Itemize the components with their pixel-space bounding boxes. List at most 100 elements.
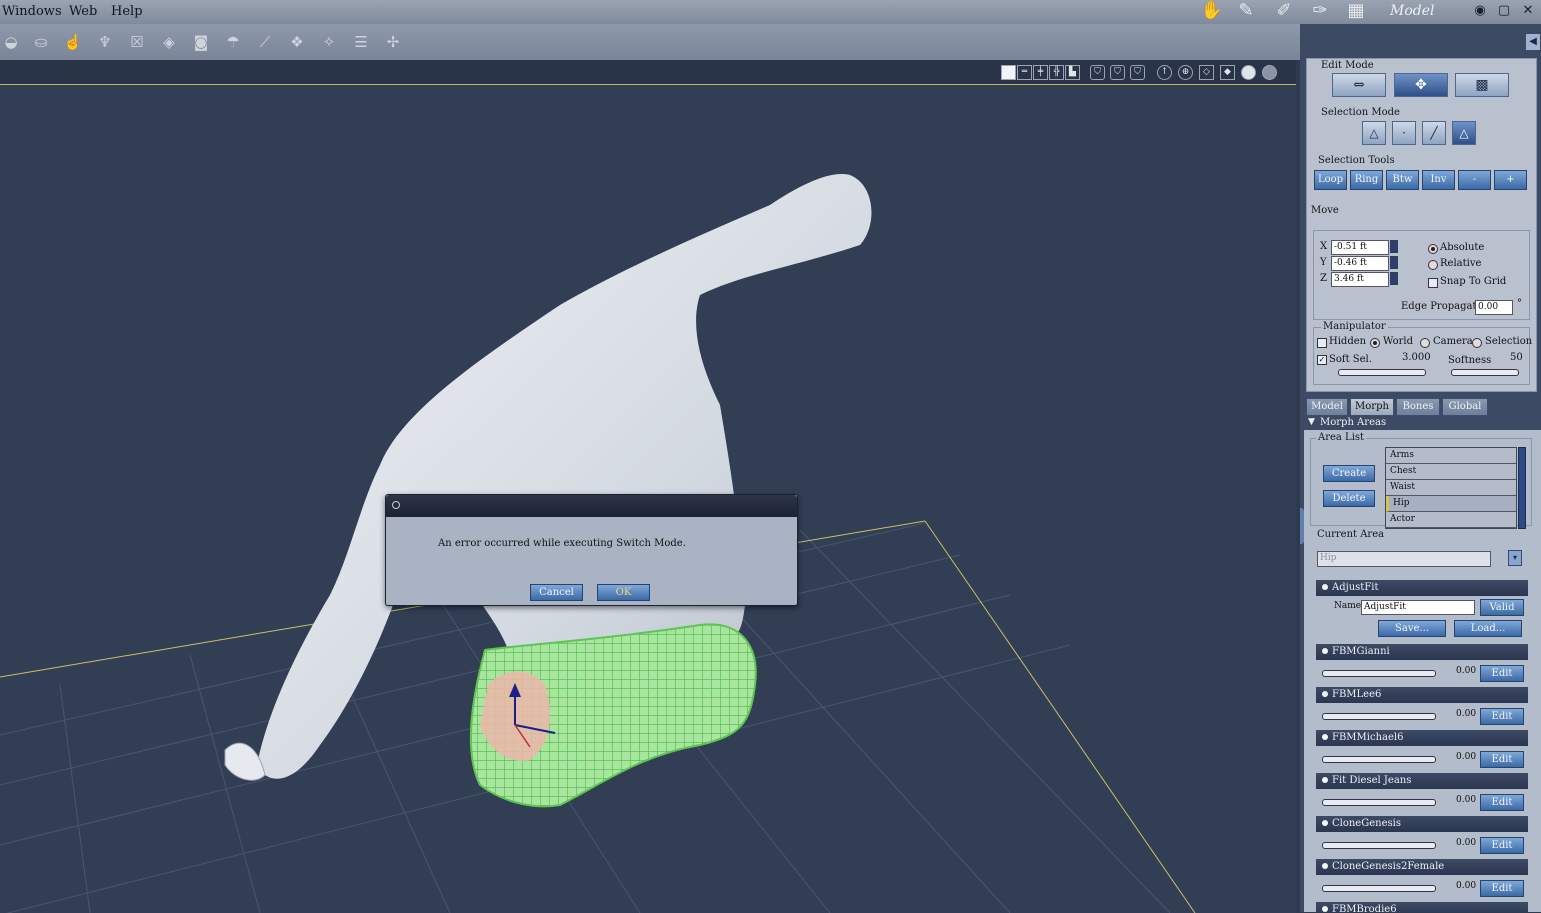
- selection-radio[interactable]: [1472, 338, 1482, 348]
- edit-button[interactable]: Edit: [1480, 880, 1524, 897]
- morph-header[interactable]: CloneGenesis2Female: [1316, 859, 1528, 875]
- morph-slider[interactable]: [1322, 756, 1436, 763]
- paint-tool-icon[interactable]: ☂: [222, 32, 244, 52]
- shield-view-icon-3[interactable]: ⛉: [1130, 65, 1145, 80]
- softness-slider[interactable]: [1451, 369, 1519, 376]
- valid-button[interactable]: Valid: [1480, 599, 1524, 616]
- world-radio[interactable]: [1370, 338, 1380, 348]
- target-icon[interactable]: ⊕: [1178, 65, 1193, 80]
- camera-up-icon[interactable]: ↑: [1157, 65, 1172, 80]
- smooth-shade-icon[interactable]: [1241, 65, 1256, 80]
- quad-layout-icon[interactable]: ╬: [1049, 65, 1064, 80]
- ruler-room-icon[interactable]: ▦: [1344, 0, 1368, 22]
- relative-radio[interactable]: [1428, 260, 1438, 270]
- area-list-scrollbar[interactable]: [1518, 447, 1526, 529]
- morph-slider[interactable]: [1322, 713, 1436, 720]
- polygon-mode-icon[interactable]: △: [1452, 121, 1476, 145]
- morph-header[interactable]: FBMGianni: [1316, 644, 1528, 660]
- align-tool-icon[interactable]: ☰: [350, 32, 372, 52]
- edit-button[interactable]: Edit: [1480, 751, 1524, 768]
- adjustfit-header[interactable]: AdjustFit: [1316, 580, 1528, 596]
- absolute-radio[interactable]: [1428, 244, 1438, 254]
- edit-button[interactable]: Edit: [1480, 665, 1524, 682]
- edit-mode-move-button[interactable]: ⇔: [1332, 73, 1386, 97]
- cube-tool-icon[interactable]: ◈: [158, 32, 180, 52]
- y-field[interactable]: -0.46 ft: [1331, 256, 1389, 271]
- deform-tool-icon[interactable]: ❖: [286, 32, 308, 52]
- cancel-button[interactable]: Cancel: [530, 584, 583, 601]
- hand-tool-icon[interactable]: ☝: [62, 32, 84, 52]
- x-field[interactable]: -0.51 ft: [1331, 240, 1389, 255]
- hidden-checkbox[interactable]: [1317, 338, 1327, 348]
- menu-web[interactable]: Web: [69, 4, 97, 19]
- morph-header[interactable]: FBMBrodie6: [1316, 902, 1528, 912]
- tab-bones[interactable]: Bones: [1396, 398, 1440, 416]
- dialog-menu-icon[interactable]: [392, 501, 400, 509]
- z-spinner[interactable]: [1390, 272, 1398, 285]
- camera-radio[interactable]: [1420, 338, 1430, 348]
- menu-help[interactable]: Help: [111, 4, 143, 19]
- soft-selection-slider[interactable]: [1338, 369, 1426, 376]
- invert-button[interactable]: Inv: [1422, 170, 1455, 190]
- load-button[interactable]: Load...: [1454, 620, 1522, 637]
- close-icon[interactable]: ✕: [1520, 3, 1536, 19]
- loop-button[interactable]: Loop: [1314, 170, 1347, 190]
- save-button[interactable]: Save...: [1378, 620, 1446, 637]
- dialog-title-bar[interactable]: [386, 495, 797, 517]
- morph-header[interactable]: Fit Diesel Jeans: [1316, 773, 1528, 789]
- edit-button[interactable]: Edit: [1480, 794, 1524, 811]
- edge-propagation-field[interactable]: 0.00: [1475, 300, 1513, 315]
- morph-areas-header[interactable]: ▼ Morph Areas: [1304, 416, 1541, 430]
- y-spinner[interactable]: [1390, 256, 1398, 269]
- name-field[interactable]: AdjustFit: [1361, 600, 1475, 615]
- vertex-mode-icon[interactable]: △: [1362, 121, 1386, 145]
- between-button[interactable]: Btw: [1386, 170, 1419, 190]
- morph-slider[interactable]: [1322, 885, 1436, 892]
- shrink-button[interactable]: -: [1458, 170, 1491, 190]
- shield-view-icon-1[interactable]: ⛉: [1090, 65, 1105, 80]
- brush-room-icon[interactable]: ✑: [1308, 0, 1332, 22]
- dome-tool-icon[interactable]: ◒: [0, 32, 22, 52]
- bag-tool-icon[interactable]: ◙: [190, 32, 212, 52]
- shield-view-icon-2[interactable]: ⛉: [1110, 65, 1125, 80]
- edit-button[interactable]: Edit: [1480, 708, 1524, 725]
- pose-room-icon[interactable]: ✋: [1200, 0, 1224, 22]
- morph-header[interactable]: CloneGenesis: [1316, 816, 1528, 832]
- area-item-arms[interactable]: Arms: [1386, 448, 1516, 464]
- z-field[interactable]: 3.46 ft: [1331, 272, 1389, 287]
- triple-layout-icon[interactable]: ╪: [1033, 65, 1048, 80]
- custom-layout-icon[interactable]: ▙: [1065, 65, 1080, 80]
- glass-tool-icon[interactable]: ♆: [94, 32, 116, 52]
- area-item-waist[interactable]: Waist: [1386, 480, 1516, 496]
- figure-tool-icon[interactable]: ✢: [382, 32, 404, 52]
- ring-button[interactable]: Ring: [1350, 170, 1383, 190]
- cup-tool-icon[interactable]: ⛀: [30, 32, 52, 52]
- wire-cube-icon[interactable]: ◇: [1199, 65, 1214, 80]
- edge-mode-icon[interactable]: ╱: [1422, 121, 1446, 145]
- knife-tool-icon[interactable]: ⟋: [254, 32, 276, 52]
- fold-tool-icon[interactable]: ✧: [318, 32, 340, 52]
- morph-slider[interactable]: [1322, 799, 1436, 806]
- morph-header[interactable]: FBMMichael6: [1316, 730, 1528, 746]
- area-item-hip[interactable]: Hip: [1386, 496, 1516, 512]
- create-area-button[interactable]: Create: [1323, 465, 1375, 482]
- model-room-icon[interactable]: ✎: [1234, 0, 1258, 22]
- area-list[interactable]: Arms Chest Waist Hip Actor: [1385, 447, 1517, 529]
- current-area-dropdown-icon[interactable]: ▾: [1508, 550, 1522, 566]
- texture-shade-icon[interactable]: [1262, 65, 1277, 80]
- grow-button[interactable]: +: [1494, 170, 1527, 190]
- box-tool-icon[interactable]: ☒: [126, 32, 148, 52]
- tab-global[interactable]: Global: [1442, 398, 1488, 416]
- paint-room-icon[interactable]: ✐: [1272, 0, 1296, 22]
- ok-button[interactable]: OK: [597, 584, 650, 601]
- area-item-actor[interactable]: Actor: [1386, 512, 1516, 528]
- morph-header[interactable]: FBMLee6: [1316, 687, 1528, 703]
- delete-area-button[interactable]: Delete: [1323, 490, 1375, 507]
- current-area-field[interactable]: Hip: [1317, 551, 1491, 567]
- panel-side-handle[interactable]: [1300, 508, 1304, 544]
- edit-mode-mesh-button[interactable]: ▩: [1455, 73, 1509, 97]
- morph-slider[interactable]: [1322, 842, 1436, 849]
- snap-to-grid-checkbox[interactable]: [1428, 278, 1438, 288]
- edit-mode-geometry-button[interactable]: ✥: [1394, 73, 1448, 97]
- maximize-icon[interactable]: ▢: [1496, 3, 1512, 19]
